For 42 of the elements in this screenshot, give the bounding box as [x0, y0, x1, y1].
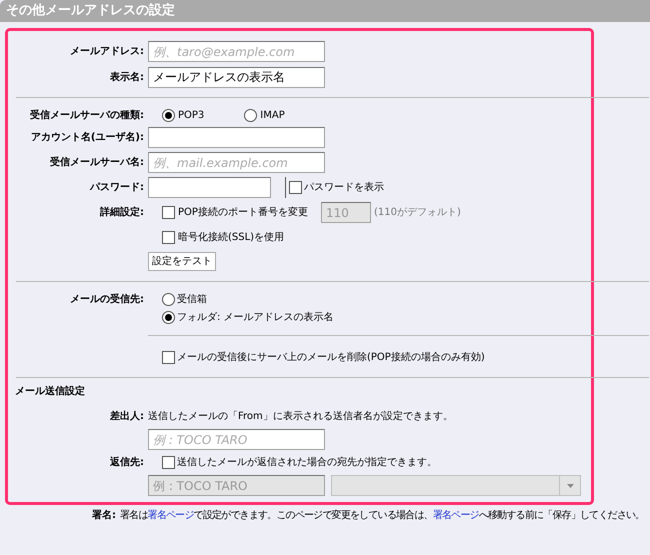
- field-label: 差出人:: [110, 411, 144, 422]
- input-field[interactable]: メールアドレスの表示名: [148, 67, 325, 88]
- radio-button[interactable]: [162, 293, 175, 306]
- caret-icon: [566, 484, 574, 488]
- field-label: 返信先:: [110, 457, 144, 468]
- input-field[interactable]: 例、mail.example.com: [148, 152, 325, 173]
- input-field[interactable]: [148, 127, 325, 148]
- section-title: メール送信設定: [15, 386, 85, 397]
- checkbox-label: 暗号化接続(SSL)を使用: [178, 230, 284, 245]
- checkbox-label: メールの受信後にサーバ上のメールを削除(POP接続の場合のみ有効): [177, 350, 485, 365]
- radio-button[interactable]: [244, 109, 258, 122]
- field-label: 署名:: [92, 510, 116, 521]
- field-label: 受信メールサーバ名:: [50, 157, 144, 168]
- checkbox[interactable]: [162, 351, 175, 364]
- sender-description: 送信したメールの「From」に表示される送信者名が設定できます。: [148, 410, 453, 424]
- radio-label: フォルダ: メールアドレスの表示名: [177, 310, 334, 325]
- input-field[interactable]: 例、taro@example.com: [148, 41, 325, 62]
- checkbox[interactable]: [162, 231, 175, 244]
- field-label: アカウント名(ユーザ名):: [30, 132, 144, 143]
- page-title: その他メールアドレスの設定: [6, 2, 175, 20]
- field-label: 受信メールサーバの種類:: [30, 110, 144, 121]
- radio-button[interactable]: [162, 311, 175, 324]
- field-label: 詳細設定:: [100, 207, 144, 218]
- radio-label: 受信箱: [177, 292, 207, 307]
- checkbox[interactable]: [289, 181, 302, 194]
- checkbox-label: 送信したメールが返信された場合の宛先が指定できます。: [177, 456, 437, 470]
- signature-page-link[interactable]: 署名ページ: [148, 510, 194, 521]
- signature-page-link[interactable]: 署名ページ: [432, 510, 479, 521]
- test-settings-button[interactable]: 設定をテスト: [148, 252, 216, 271]
- input-field[interactable]: [148, 177, 271, 198]
- signature-note: 署名は署名ページで設定ができます。このページで変更をしている場合は、署名ページへ移動する前に「保存」してください。: [120, 508, 644, 523]
- checkbox-label: POP接続のポート番号を変更: [178, 206, 309, 220]
- input-field[interactable]: 例 : TOCO TARO: [148, 429, 325, 450]
- radio-button[interactable]: [162, 109, 175, 122]
- field-label: メールアドレス:: [70, 46, 144, 57]
- field-label: パスワード:: [90, 182, 144, 193]
- radio-label: POP3: [178, 109, 204, 123]
- radio-label: IMAP: [260, 109, 285, 123]
- checkbox-label: パスワードを表示: [304, 180, 384, 195]
- field-label: メールの受信先:: [70, 294, 144, 305]
- field-label: 表示名:: [110, 72, 144, 83]
- port-note: (110がデフォルト): [374, 206, 461, 220]
